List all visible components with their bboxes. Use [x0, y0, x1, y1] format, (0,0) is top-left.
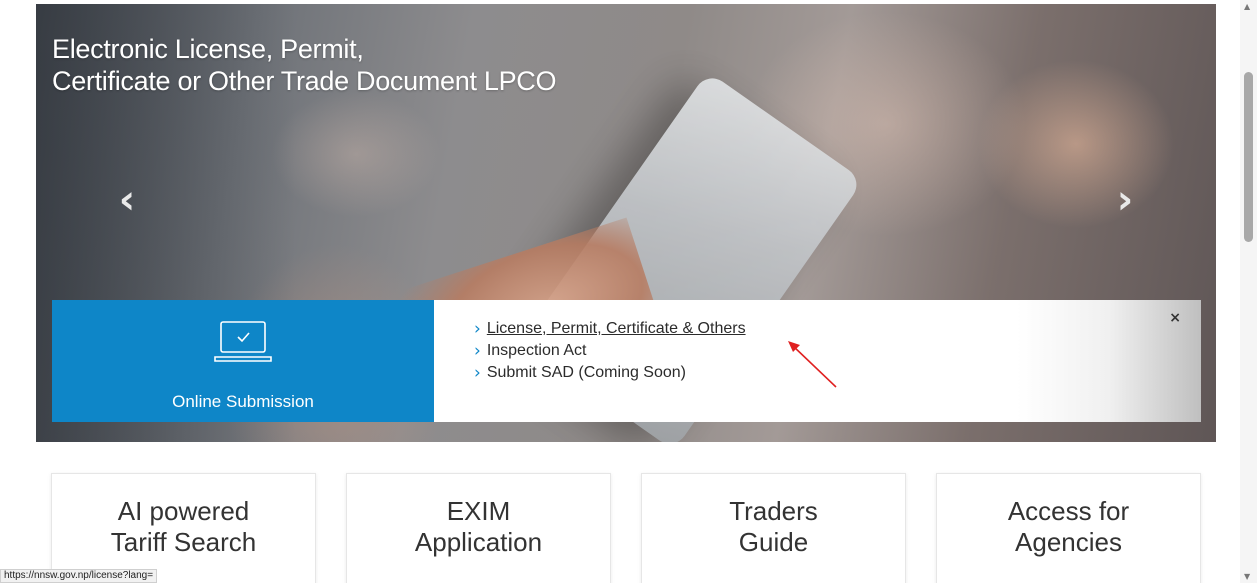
link-submit-sad[interactable]: › Submit SAD (Coming Soon) [474, 362, 746, 384]
card-title-line-2: Guide [738, 527, 809, 557]
online-submission-label: Online Submission [172, 392, 314, 411]
vertical-scrollbar[interactable]: ▲ ▼ [1240, 0, 1257, 583]
scroll-thumb[interactable] [1244, 72, 1253, 242]
hero-title: Electronic License, Permit, Certificate … [52, 33, 692, 97]
online-submission-panel: Online Submission › License, Permit, Cer… [52, 300, 1201, 422]
card-title-line-2: Agencies [1015, 527, 1122, 557]
card-title-line-1: EXIM [446, 496, 511, 526]
link-license-permit-text[interactable]: License, Permit, Certificate & Others [487, 320, 746, 338]
link-license-permit[interactable]: › License, Permit, Certificate & Others [474, 318, 746, 340]
card-title-line-2: Tariff Search [110, 527, 257, 557]
card-title-line-2: Application [414, 527, 543, 557]
carousel-prev-button[interactable]: ‹ [112, 177, 142, 223]
card-title-line-1: AI powered [117, 496, 250, 526]
link-inspection-act[interactable]: › Inspection Act [474, 340, 746, 362]
laptop-check-icon [214, 321, 272, 362]
scroll-down-icon[interactable]: ▼ [1244, 572, 1250, 581]
submission-links: › License, Permit, Certificate & Others … [474, 318, 746, 384]
chevron-right-icon: › [1116, 177, 1134, 223]
card-title-line-1: Access for [1007, 496, 1130, 526]
card-access-for-agencies[interactable]: Access for Agencies [936, 473, 1201, 583]
chevron-right-icon: › [474, 319, 481, 339]
card-title-line-1: Traders [729, 496, 818, 526]
close-button[interactable]: × [1169, 310, 1181, 326]
hero-title-line-1: Electronic License, Permit, [52, 34, 364, 64]
status-bar-url: https://nnsw.gov.np/license?lang= [0, 569, 158, 583]
online-submission-tile[interactable]: Online Submission [52, 300, 434, 422]
hero-title-line-2: Certificate or Other Trade Document LPCO [52, 66, 557, 96]
carousel-next-button[interactable]: › [1110, 177, 1140, 223]
scroll-up-icon[interactable]: ▲ [1244, 2, 1250, 11]
card-traders-guide[interactable]: Traders Guide [641, 473, 906, 583]
page: Electronic License, Permit, Certificate … [0, 0, 1257, 583]
link-inspection-act-text[interactable]: Inspection Act [487, 342, 587, 360]
chevron-right-icon: › [474, 341, 481, 361]
link-submit-sad-text[interactable]: Submit SAD (Coming Soon) [487, 364, 686, 382]
chevron-left-icon: ‹ [118, 177, 136, 223]
card-exim-application[interactable]: EXIM Application [346, 473, 611, 583]
chevron-right-icon: › [474, 363, 481, 383]
annotation-arrow-icon [788, 341, 837, 388]
card-ai-tariff-search[interactable]: AI powered Tariff Search [51, 473, 316, 583]
